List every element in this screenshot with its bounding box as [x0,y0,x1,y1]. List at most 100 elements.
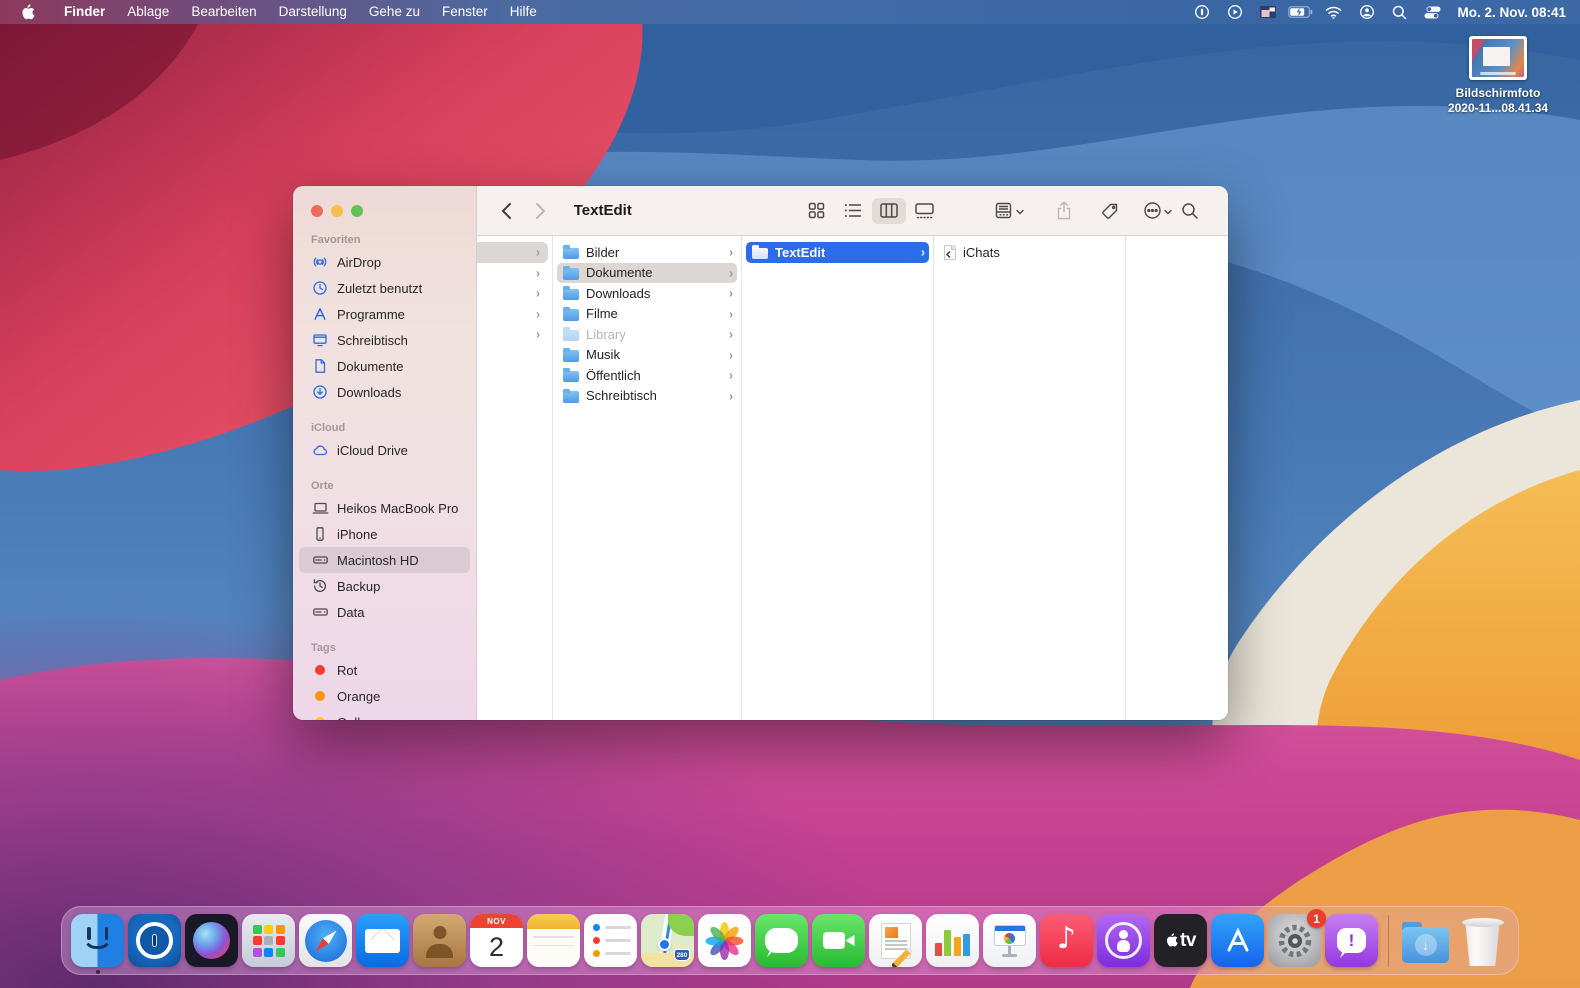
folder-row-musik[interactable]: Musik› [557,345,737,366]
folder-row-textedit[interactable]: TextEdit› [746,242,929,263]
spotlight-search-icon[interactable] [1383,0,1416,24]
dock-facetime[interactable] [810,906,867,975]
folder-row-bilder[interactable]: Bilder› [557,242,737,263]
dock-keynote[interactable] [981,906,1038,975]
chevron-right-icon: › [729,368,733,383]
menu-fenster[interactable]: Fenster [431,0,499,24]
sidebar-item-programme[interactable]: Programme [299,301,470,327]
dock-numbers[interactable] [924,906,981,975]
sidebar-item-label: Heikos MacBook Pro [337,501,458,516]
folder-row-schreibtisch[interactable]: Schreibtisch› [557,386,737,407]
sidebar-item-airdrop[interactable]: AirDrop [299,249,470,275]
apple-menu-icon[interactable] [20,4,35,21]
battery-charging-icon[interactable] [1284,0,1317,24]
desktop-screenshot-icon[interactable]: Bildschirmfoto 2020-11...08.41.34 [1434,36,1562,116]
zoom-button[interactable] [351,205,363,217]
sidebar-item-macintosh-hd[interactable]: Macintosh HD [299,547,470,573]
control-center-icon[interactable] [1416,0,1449,24]
dock-siri[interactable] [183,906,240,975]
wifi-icon[interactable] [1317,0,1350,24]
parent-column-row[interactable]: › [477,242,548,263]
gallery-view-button[interactable] [908,198,942,224]
sidebar-item-backup[interactable]: Backup [299,573,470,599]
dock-appletv[interactable]: tv [1152,906,1209,975]
tags-button[interactable] [1094,198,1126,224]
back-button[interactable] [493,197,519,225]
menu-finder[interactable]: Finder [53,0,116,24]
forward-button[interactable] [527,197,553,225]
parent-column-row[interactable]: › [477,263,548,284]
menu-bearbeiten[interactable]: Bearbeiten [180,0,267,24]
dock-podcasts[interactable] [1095,906,1152,975]
sidebar-item-icloud-drive[interactable]: iCloud Drive [299,437,470,463]
menu-bar-left: FinderAblageBearbeitenDarstellungGehe zu… [0,0,548,24]
file-row-ichats[interactable]: iChats [938,242,1121,263]
folder-row-downloads[interactable]: Downloads› [557,283,737,304]
dock-safari[interactable] [297,906,354,975]
sidebar-item-data[interactable]: Data [299,599,470,625]
sidebar-item-zuletzt-benutzt[interactable]: Zuletzt benutzt [299,275,470,301]
column-view-button[interactable] [872,198,906,224]
sidebar-item-downloads[interactable]: Downloads [299,379,470,405]
more-actions-button[interactable] [1142,198,1174,224]
menu-darstellung[interactable]: Darstellung [268,0,358,24]
dock-appstore[interactable] [1209,906,1266,975]
menu-gehe-zu[interactable]: Gehe zu [358,0,431,24]
sidebar-item-heikos-macbook-pro[interactable]: Heikos MacBook Pro [299,495,470,521]
display-icon[interactable] [1251,0,1284,24]
dock-pages[interactable] [867,906,924,975]
close-button[interactable] [311,205,323,217]
sidebar-item-orange[interactable]: Orange [299,683,470,709]
column-textedit: iChats [934,236,1126,720]
dock-contacts[interactable] [411,906,468,975]
chevron-right-icon: › [729,245,733,260]
appletv-label: tv [1180,930,1196,952]
dock-mail[interactable] [354,906,411,975]
dock-calendar[interactable]: NOV2 [468,906,525,975]
folder-row-dokumente[interactable]: Dokumente› [557,263,737,284]
sidebar-item-iphone[interactable]: iPhone [299,521,470,547]
dock-finder[interactable] [69,906,126,975]
sidebar-item-dokumente[interactable]: Dokumente [299,353,470,379]
column-home-folders: Bilder›Dokumente›Downloads›Filme›Library… [553,236,742,720]
menu-bar-clock[interactable]: Mo. 2. Nov. 08:41 [1457,5,1566,20]
sidebar-item-schreibtisch[interactable]: Schreibtisch [299,327,470,353]
circled-bar-icon[interactable] [1185,0,1218,24]
group-by-button[interactable] [994,198,1026,224]
dock-downloads-folder[interactable]: ↓ [1397,906,1454,975]
dock-system-preferences[interactable]: 1 [1266,906,1323,975]
list-view-button[interactable] [836,198,870,224]
dock-music[interactable]: ♪ [1038,906,1095,975]
menu-ablage[interactable]: Ablage [116,0,180,24]
user-circle-icon[interactable] [1350,0,1383,24]
search-button[interactable] [1174,198,1206,224]
share-button[interactable] [1048,198,1080,224]
dock-1password[interactable] [126,906,183,975]
folder-icon [563,248,579,260]
dock-photos[interactable] [696,906,753,975]
sidebar-item-rot[interactable]: Rot [299,657,470,683]
folder-row-öffentlich[interactable]: Öffentlich› [557,365,737,386]
parent-column-row[interactable]: › [477,324,548,345]
play-circle-icon[interactable] [1218,0,1251,24]
folder-row-filme[interactable]: Filme› [557,304,737,325]
menu-hilfe[interactable]: Hilfe [499,0,548,24]
sidebar-item-label: Macintosh HD [337,553,419,568]
sidebar-item-label: Gelb [337,715,364,721]
dock-launchpad[interactable] [240,906,297,975]
folder-row-library[interactable]: Library› [557,324,737,345]
dock-reminders[interactable] [582,906,639,975]
parent-column-row[interactable]: › [477,304,548,325]
dock-trash[interactable] [1454,906,1511,975]
dock-notes[interactable] [525,906,582,975]
icon-view-button[interactable] [800,198,834,224]
dock-feedback-assistant[interactable]: ! [1323,906,1380,975]
dock-maps[interactable]: 280 [639,906,696,975]
sidebar-item-label: iCloud Drive [337,443,408,458]
minimize-button[interactable] [331,205,343,217]
sidebar-item-gelb[interactable]: Gelb [299,709,470,720]
parent-column-row[interactable]: › [477,283,548,304]
sidebar-item-label: Downloads [337,385,401,400]
dock-messages[interactable] [753,906,810,975]
desktop: FinderAblageBearbeitenDarstellungGehe zu… [0,0,1580,988]
